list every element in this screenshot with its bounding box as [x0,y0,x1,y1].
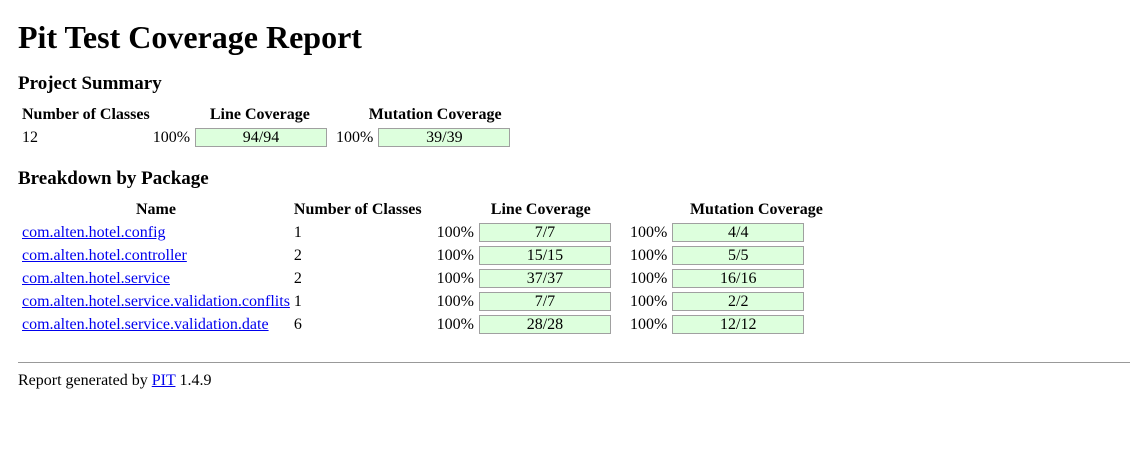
package-name-cell: com.alten.hotel.controller [21,245,291,266]
package-mutation-coverage: 100% 12/12 [614,314,824,335]
package-line-bar: 28/28 [478,315,611,334]
package-line-bar: 7/7 [478,292,611,311]
project-summary-heading: Project Summary [18,73,162,94]
package-mutation-coverage: 100% 16/16 [614,268,824,289]
package-line-coverage: 100% 15/15 [425,245,612,266]
package-line-pct: 100% [436,270,474,287]
mutation-coverage-header: Mutation Coverage [689,201,823,218]
package-classes: 2 [293,270,302,287]
package-row: com.alten.hotel.service.validation.date 6… [21,314,824,335]
summary-mutation-coverage: 100% 39/39 [330,127,511,148]
package-line-bar: 7/7 [478,223,611,242]
footer: Report generated by PIT 1.4.9 [18,371,1130,390]
breakdown-table: Name Number of Classes Line Coverage Mut… [19,197,826,337]
package-link[interactable]: com.alten.hotel.controller [22,247,187,264]
package-line-coverage: 100% 7/7 [425,291,612,312]
package-line-bar: 37/37 [478,269,611,288]
package-name-cell: com.alten.hotel.config [21,222,291,243]
package-row: com.alten.hotel.config 1 100% 7/7 100% 4/4 [21,222,824,243]
package-mutation-pct: 100% [629,293,668,310]
classes-header: Number of Classes [293,201,422,218]
project-summary-table: Number of Classes Line Coverage Mutation… [19,102,513,150]
package-line-bar: 15/15 [478,246,611,265]
package-row: com.alten.hotel.service.validation.confl… [21,291,824,312]
package-line-coverage: 100% 37/37 [425,268,612,289]
package-mutation-bar: 5/5 [672,246,805,265]
package-link[interactable]: com.alten.hotel.service.validation.confl… [22,293,290,310]
package-mutation-pct: 100% [629,224,668,241]
report-page: Pit Test Coverage Report Project Summary… [0,0,1130,390]
summary-mutation-bar: 39/39 [378,128,511,147]
package-mutation-bar: 12/12 [672,315,805,334]
package-mutation-coverage: 100% 4/4 [614,222,824,243]
summary-line-bar: 94/94 [195,128,328,147]
package-line-pct: 100% [436,247,474,264]
package-mutation-coverage: 100% 2/2 [614,291,824,312]
package-line-coverage: 100% 7/7 [425,222,612,243]
package-mutation-pct: 100% [629,247,668,264]
package-mutation-coverage: 100% 5/5 [614,245,824,266]
page-title: Pit Test Coverage Report [18,19,362,55]
pit-link[interactable]: PIT [152,372,176,389]
summary-classes-value: 12 [22,129,38,146]
package-mutation-pct: 100% [629,270,668,287]
package-mutation-pct: 100% [629,316,668,333]
package-row: com.alten.hotel.service 2 100% 37/37 100% 16/… [21,268,824,289]
package-classes: 1 [293,293,302,310]
package-line-coverage: 100% 28/28 [425,314,612,335]
footer-version: 1.4.9 [179,372,212,389]
package-line-pct: 100% [436,316,474,333]
package-mutation-bar: 2/2 [672,292,805,311]
footer-prefix: Report generated by [18,372,148,389]
package-row: com.alten.hotel.controller 2 100% 15/15 100%… [21,245,824,266]
summary-row: 12 100% 94/94 100% 39/39 [21,127,511,148]
package-link[interactable]: com.alten.hotel.service.validation.date [22,316,269,333]
name-header: Name [135,201,176,218]
package-line-pct: 100% [436,293,474,310]
line-coverage-header: Line Coverage [490,201,591,218]
summary-line-header: Line Coverage [209,106,310,123]
footer-divider [18,362,1130,363]
summary-line-pct: 100% [152,129,191,146]
package-link[interactable]: com.alten.hotel.config [22,224,166,241]
package-mutation-bar: 16/16 [672,269,805,288]
package-name-cell: com.alten.hotel.service [21,268,291,289]
summary-classes-header: Number of Classes [22,106,150,123]
package-classes: 1 [293,224,302,241]
package-classes: 6 [293,316,302,333]
package-line-pct: 100% [436,224,474,241]
summary-mutation-pct: 100% [336,129,374,146]
summary-mutation-header: Mutation Coverage [368,106,502,123]
package-link[interactable]: com.alten.hotel.service [22,270,170,287]
package-name-cell: com.alten.hotel.service.validation.date [21,314,291,335]
package-mutation-bar: 4/4 [672,223,805,242]
summary-line-coverage: 100% 94/94 [153,127,328,148]
breakdown-heading: Breakdown by Package [18,168,209,189]
package-classes: 2 [293,247,302,264]
package-name-cell: com.alten.hotel.service.validation.confl… [21,291,291,312]
